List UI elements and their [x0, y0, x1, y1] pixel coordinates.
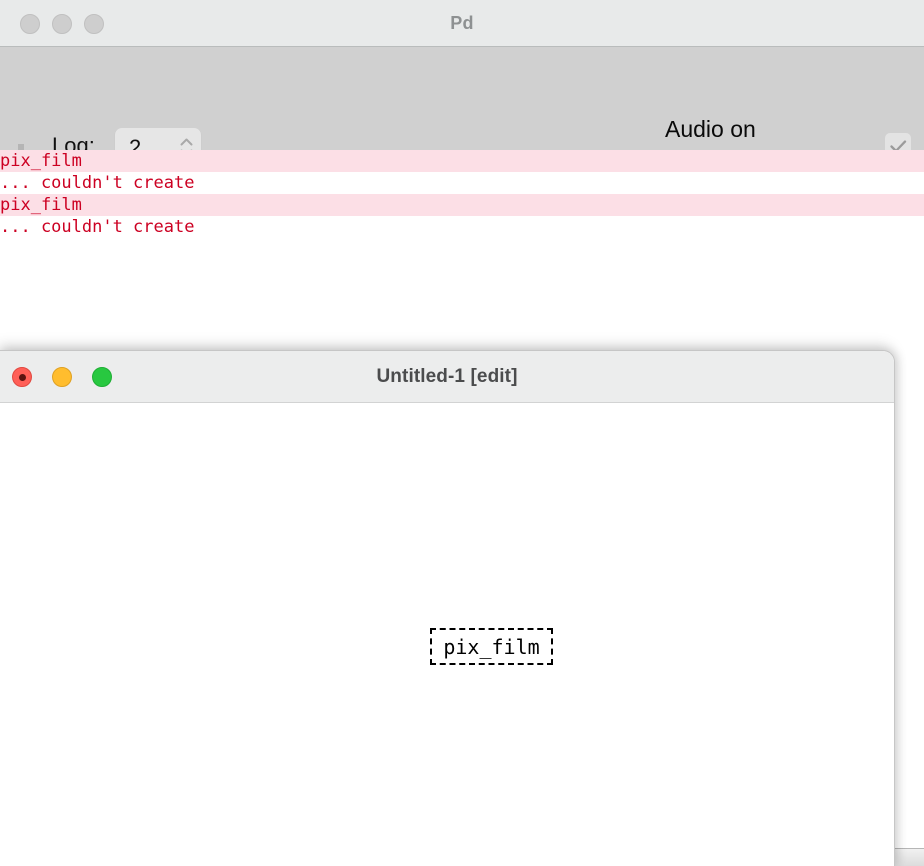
log-line: pix_film: [0, 150, 924, 172]
patch-traffic-lights: [12, 351, 112, 403]
minimize-button-icon[interactable]: [52, 13, 72, 34]
log-line: pix_film: [0, 194, 924, 216]
patch-title: Untitled-1 [edit]: [376, 365, 518, 387]
pd-console-titlebar: Pd: [0, 0, 924, 47]
pd-console-title: Pd: [450, 12, 474, 33]
chevron-up-icon[interactable]: [180, 138, 193, 146]
patch-canvas[interactable]: pix_film: [0, 403, 894, 866]
audio-on-label: Audio on: [665, 116, 756, 142]
object-box-pix-film[interactable]: pix_film: [430, 628, 553, 665]
close-button-icon[interactable]: [12, 367, 32, 387]
patch-titlebar[interactable]: Untitled-1 [edit]: [0, 351, 894, 403]
unsaved-changes-indicator-icon: [18, 373, 26, 381]
pd-console-toolbar: Log: 2 Audio on: [0, 47, 924, 167]
screen: Pd Log: 2 Audio on pix_film ... couldn't…: [0, 0, 924, 866]
zoom-button-icon[interactable]: [92, 367, 112, 387]
zoom-button-icon[interactable]: [84, 13, 104, 34]
patch-window: Untitled-1 [edit] pix_film: [0, 350, 895, 866]
log-line: ... couldn't create: [0, 216, 924, 238]
minimize-button-icon[interactable]: [52, 367, 72, 387]
object-box-label: pix_film: [443, 634, 540, 659]
pd-console-traffic-lights: [20, 0, 104, 47]
log-line: ... couldn't create: [0, 172, 924, 194]
close-button-icon[interactable]: [20, 13, 40, 34]
